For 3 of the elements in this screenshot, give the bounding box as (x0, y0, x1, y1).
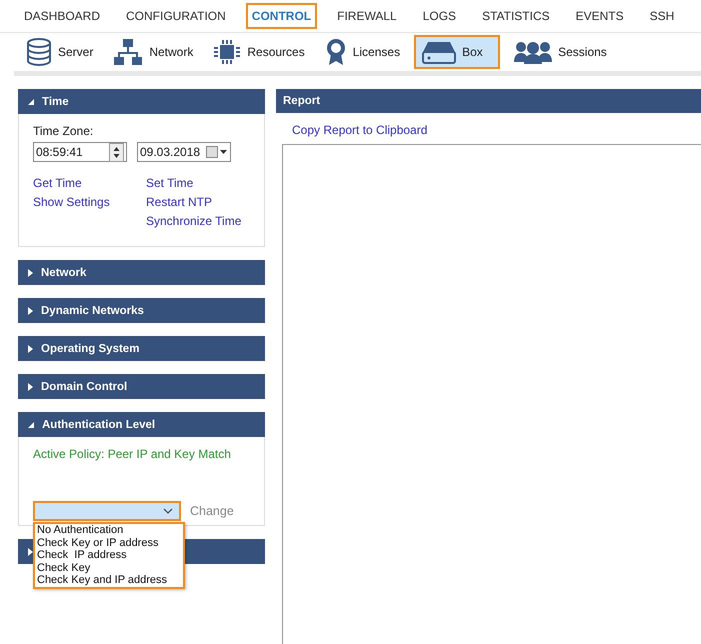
time-zone-label: Time Zone: (33, 124, 94, 138)
panel-header: Report (276, 89, 701, 113)
active-policy-text: Active Policy: Peer IP and Key Match (33, 447, 232, 461)
